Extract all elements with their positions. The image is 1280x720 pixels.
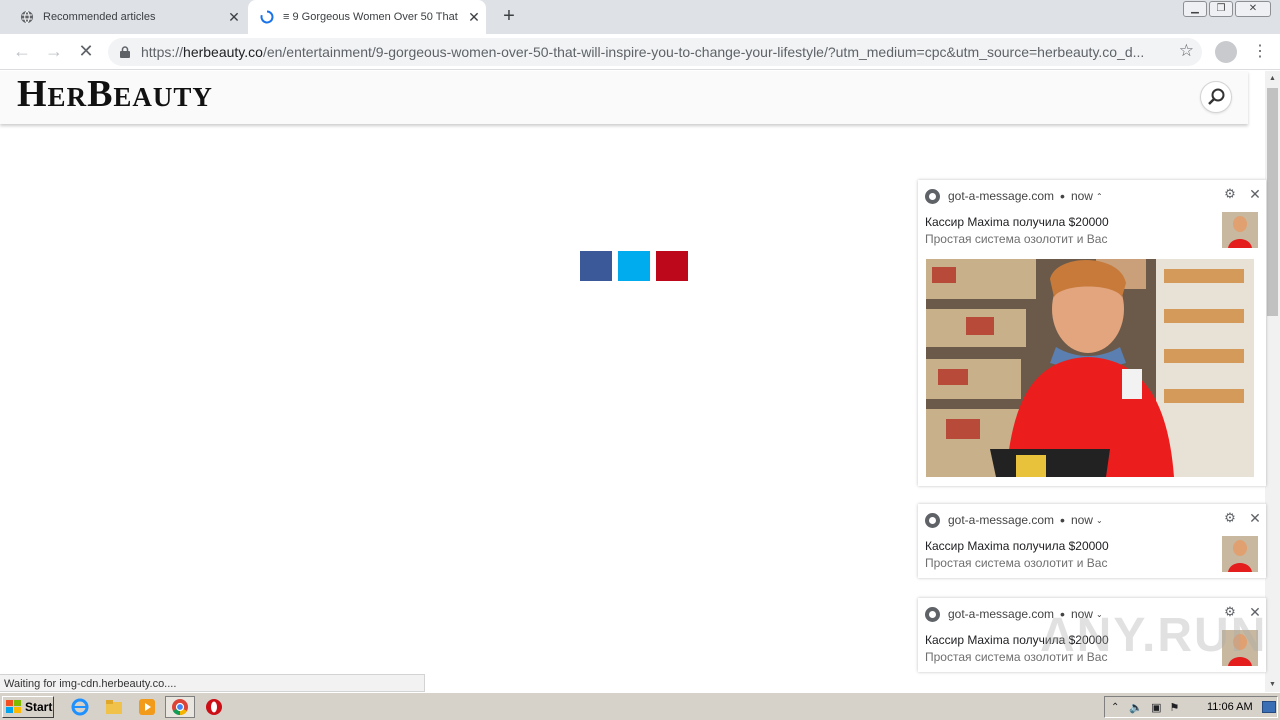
new-tab-button[interactable]: + [498,6,520,28]
notification-time: now [1070,513,1093,527]
notification-thumbnail [1222,536,1258,572]
network-icon[interactable]: ▣ [1151,701,1161,714]
back-button[interactable]: ← [10,40,34,64]
tab-recommended-articles[interactable]: Recommended articles ✕ [8,0,246,34]
chrome-icon [925,606,940,622]
notification-source: got-a-message.com [948,607,1055,621]
close-icon[interactable]: ✕ [1248,187,1262,201]
notification-header: got-a-message.com • now ⌄ [925,512,1103,528]
address-bar[interactable]: https://herbeauty.co/en/entertainment/9-… [108,38,1202,66]
watermark-logo: ANY.RUN [1040,609,1268,662]
scrollbar-thumb[interactable] [1267,88,1278,316]
notification-body: Простая система озолотит и Вас [925,556,1108,570]
stop-loading-button[interactable]: ✕ [74,40,98,64]
show-desktop-icon[interactable] [1262,701,1276,713]
close-window-button[interactable]: ✕ [1235,1,1271,17]
notification-time: now [1070,189,1093,203]
chrome-icon [925,188,940,204]
desktop-screen: Recommended articles ✕ ≡ 9 Gorgeous Wome… [0,0,1280,720]
start-button[interactable]: Start [2,696,54,718]
notification-source: got-a-message.com [948,189,1055,203]
loading-spinner-icon [260,10,274,24]
pinterest-share-button[interactable] [656,251,688,281]
minimize-window-button[interactable]: ▁ [1183,1,1207,17]
forward-button[interactable]: → [42,40,66,64]
twitter-share-button[interactable] [618,251,650,281]
start-label: Start [25,700,53,714]
url-host: herbeauty.co [183,44,263,60]
separator-dot: • [1060,512,1065,528]
opera-icon[interactable] [204,697,224,717]
internet-explorer-icon[interactable] [70,697,90,717]
search-icon [1208,88,1225,105]
media-player-icon[interactable] [137,697,157,717]
globe-icon [21,10,33,24]
scroll-up-arrow[interactable]: ▲ [1265,71,1280,86]
taskbar: Start ⌃ 🔈 ▣ ⚑ 11:06 AM [0,692,1280,720]
chevron-down-icon[interactable]: ⌄ [1096,516,1103,525]
site-header: HerBeauty [0,71,1248,124]
browser-toolbar: ← → ✕ https://herbeauty.co/en/entertainm… [0,34,1280,70]
action-center-flag-icon[interactable]: ⚑ [1170,701,1180,714]
status-bubble: Waiting for img-cdn.herbeauty.co.... [0,674,425,692]
notification-source: got-a-message.com [948,513,1055,527]
url-path: /en/entertainment/9-gorgeous-women-over-… [262,44,1145,60]
lock-icon [120,46,130,58]
profile-avatar[interactable] [1215,41,1237,63]
folder-icon[interactable] [104,697,124,717]
chrome-icon [172,699,188,716]
chevron-up-icon[interactable]: ⌃ [1096,192,1103,201]
facebook-share-button[interactable] [580,251,612,281]
show-hidden-icons-icon[interactable]: ⌃ [1111,702,1119,713]
separator-dot: • [1060,188,1065,204]
volume-icon[interactable]: 🔈 [1129,701,1143,714]
notification-thumbnail [1222,212,1258,248]
notification-body: Простая система озолотит и Вас [925,232,1108,246]
chrome-icon [925,512,940,528]
push-notification[interactable]: got-a-message.com • now ⌃ Кассир Maxima … [918,180,1266,486]
tab-strip: Recommended articles ✕ ≡ 9 Gorgeous Wome… [0,0,1280,34]
notification-image [926,259,1254,477]
gear-icon[interactable]: ⚙ [1223,511,1237,525]
scroll-down-arrow[interactable]: ▼ [1265,677,1280,692]
notification-title: Кассир Maxima получила $20000 [925,539,1109,553]
url-scheme: https:// [141,44,184,60]
close-tab-icon[interactable]: ✕ [222,9,246,26]
url-text: https://herbeauty.co/en/entertainment/9-… [141,44,1161,60]
gear-icon[interactable]: ⚙ [1223,187,1237,201]
tab-title: ≡ 9 Gorgeous Women Over 50 That [283,11,458,23]
close-icon[interactable]: ✕ [1248,511,1262,525]
taskbar-clock[interactable]: 11:06 AM [1207,701,1253,713]
chrome-taskbar-button[interactable] [165,696,195,718]
close-tab-icon[interactable]: ✕ [462,9,486,26]
windows-logo-icon [6,700,21,713]
restore-window-button[interactable]: ❐ [1209,1,1233,17]
site-search-button[interactable] [1200,81,1232,113]
push-notification[interactable]: got-a-message.com • now ⌄ Кассир Maxima … [918,504,1266,578]
tab-article[interactable]: ≡ 9 Gorgeous Women Over 50 That ✕ [248,0,486,34]
site-logo[interactable]: HerBeauty [17,72,213,116]
tab-title: Recommended articles [43,11,156,23]
notification-title: Кассир Maxima получила $20000 [925,215,1109,229]
notification-header: got-a-message.com • now ⌃ [925,188,1103,204]
bookmark-star-icon[interactable]: ☆ [1179,41,1194,61]
browser-menu-icon[interactable]: ⋮ [1252,41,1268,63]
